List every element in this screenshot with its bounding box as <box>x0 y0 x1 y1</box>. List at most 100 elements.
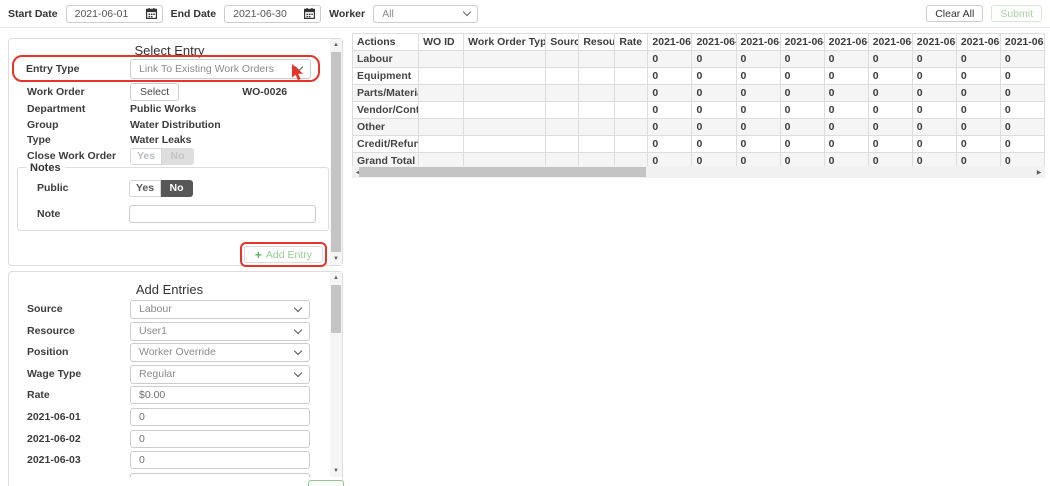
value-cell: 0 <box>647 50 693 68</box>
field-input[interactable]: 0 <box>130 430 310 448</box>
field-label: Wage Type <box>27 368 82 380</box>
value-cell: 0 <box>691 50 737 68</box>
scroll-down-icon[interactable]: ▼ <box>330 465 342 477</box>
scroll-thumb[interactable] <box>359 167 646 177</box>
scroll-up-icon[interactable]: ▲ <box>330 272 342 284</box>
column-header: 2021-06-05 <box>823 33 869 51</box>
start-date-input[interactable]: 2021-06-01 <box>65 4 163 23</box>
value-cell: 0 <box>779 118 825 136</box>
empty-cell <box>614 101 649 119</box>
empty-cell <box>418 84 465 102</box>
field-value: $0.00 <box>139 389 166 401</box>
value-cell: 0 <box>823 118 869 136</box>
value-cell: 0 <box>823 50 869 68</box>
column-header: 2021-06-02 <box>691 33 737 51</box>
field-select[interactable]: Worker Override <box>130 342 310 362</box>
field-label: 2021-06-01 <box>27 411 81 423</box>
calendar-icon[interactable] <box>304 8 316 19</box>
field-select[interactable]: User1 <box>130 321 310 341</box>
value-cell: 0 <box>779 84 825 102</box>
add-entries-scrollbar[interactable]: ▲ ▼ <box>330 272 342 477</box>
value-cell: 0 <box>955 101 1001 119</box>
value-cell: 0 <box>999 50 1046 68</box>
value-cell: 0 <box>911 50 957 68</box>
table-row: Parts/Materials000000000 <box>351 84 1046 102</box>
entry-type-highlight: Entry Type Link To Existing Work Orders <box>12 55 320 82</box>
empty-cell <box>578 101 616 119</box>
empty-cell <box>463 67 547 85</box>
chevron-down-icon <box>462 7 472 17</box>
calendar-icon[interactable] <box>145 8 157 19</box>
scroll-right-icon[interactable]: ▶ <box>1033 166 1045 178</box>
add-entry-highlight: + Add Entry <box>239 242 327 267</box>
worker-select[interactable]: All <box>373 4 479 23</box>
end-date-input[interactable]: 2021-06-30 <box>224 4 322 23</box>
empty-cell <box>418 118 465 136</box>
empty-cell <box>463 135 547 153</box>
empty-cell <box>463 101 547 119</box>
table-row: Equipment 0 0 0 0 0 0 0 0 0 <box>351 67 1046 85</box>
close-work-order-toggle: Yes No <box>130 147 194 165</box>
note-input[interactable] <box>129 205 316 223</box>
value-cell: 0 <box>691 135 737 153</box>
value-cell: 0 <box>955 135 1001 153</box>
scroll-up-icon[interactable]: ▲ <box>330 39 342 51</box>
add-entries-title: Add Entries <box>135 282 204 297</box>
note-label: Note <box>37 208 61 220</box>
add-entries-row: 2021-06-03 0 <box>10 450 329 470</box>
field-input[interactable]: $0.00 <box>130 386 310 404</box>
public-yes[interactable]: Yes <box>129 179 161 197</box>
field-value: 0 <box>139 433 145 445</box>
empty-cell <box>578 67 616 85</box>
column-header: 2021-06-06 <box>867 33 913 51</box>
submit-button[interactable]: Submit <box>991 5 1042 22</box>
value-cell: 0 <box>735 84 781 102</box>
field-input[interactable]: 0 <box>130 451 310 469</box>
value-cell: 0 <box>779 101 825 119</box>
table-row: Credit/Refund000000000 <box>351 135 1046 153</box>
table-horizontal-scrollbar[interactable]: ◀ ▶ <box>352 166 1045 178</box>
column-header: 2021-06-01 <box>647 33 693 51</box>
value-cell: 0 <box>647 118 693 136</box>
close-work-order-no[interactable]: No <box>162 147 194 165</box>
empty-cell <box>545 135 580 153</box>
empty-cell <box>545 84 580 102</box>
empty-cell <box>463 84 547 102</box>
table-row: Labour 0 0 0 0 0 0 0 0 0 <box>351 50 1046 68</box>
column-header: Actions <box>351 33 420 51</box>
value-cell: 0 <box>911 135 957 153</box>
add-entry-label: Add Entry <box>265 248 312 261</box>
field-input[interactable]: 0 <box>130 408 310 426</box>
value-cell: 0 <box>999 101 1046 119</box>
public-no[interactable]: No <box>161 179 193 197</box>
value-cell: 0 <box>911 118 957 136</box>
value-cell: 0 <box>779 67 825 85</box>
empty-cell <box>578 50 616 68</box>
entry-type-select[interactable]: Link To Existing Work Orders <box>130 58 311 79</box>
column-header: Work Order Type <box>463 33 547 51</box>
add-entries-scrollzone: Add Entries Source Labour Resource User1… <box>9 272 342 477</box>
value-cell: 0 <box>867 135 913 153</box>
empty-cell <box>545 101 580 119</box>
add-button-partial[interactable] <box>308 480 344 486</box>
scroll-down-icon[interactable]: ▼ <box>330 253 342 265</box>
value-cell: 0 <box>823 84 869 102</box>
value-cell: 0 <box>911 84 957 102</box>
value-cell: 0 <box>647 67 693 85</box>
column-header: 2021-06-03 <box>735 33 781 51</box>
scroll-thumb[interactable] <box>331 285 341 333</box>
field-input[interactable]: 0 <box>130 473 310 477</box>
value-cell: 0 <box>999 67 1046 85</box>
add-entry-button[interactable]: + Add Entry <box>243 246 323 263</box>
scroll-thumb[interactable] <box>331 52 341 252</box>
column-header: Resource <box>578 33 616 51</box>
type-label: Type <box>27 134 51 146</box>
value-cell: 0 <box>955 118 1001 136</box>
clear-all-button[interactable]: Clear All <box>926 5 984 22</box>
field-value: 0 <box>139 454 145 466</box>
field-select[interactable]: Regular <box>130 364 310 384</box>
close-work-order-yes[interactable]: Yes <box>130 147 162 165</box>
select-entry-scrollbar[interactable]: ▲ ▼ <box>330 39 342 265</box>
empty-cell <box>614 118 649 136</box>
field-select[interactable]: Labour <box>130 299 310 319</box>
